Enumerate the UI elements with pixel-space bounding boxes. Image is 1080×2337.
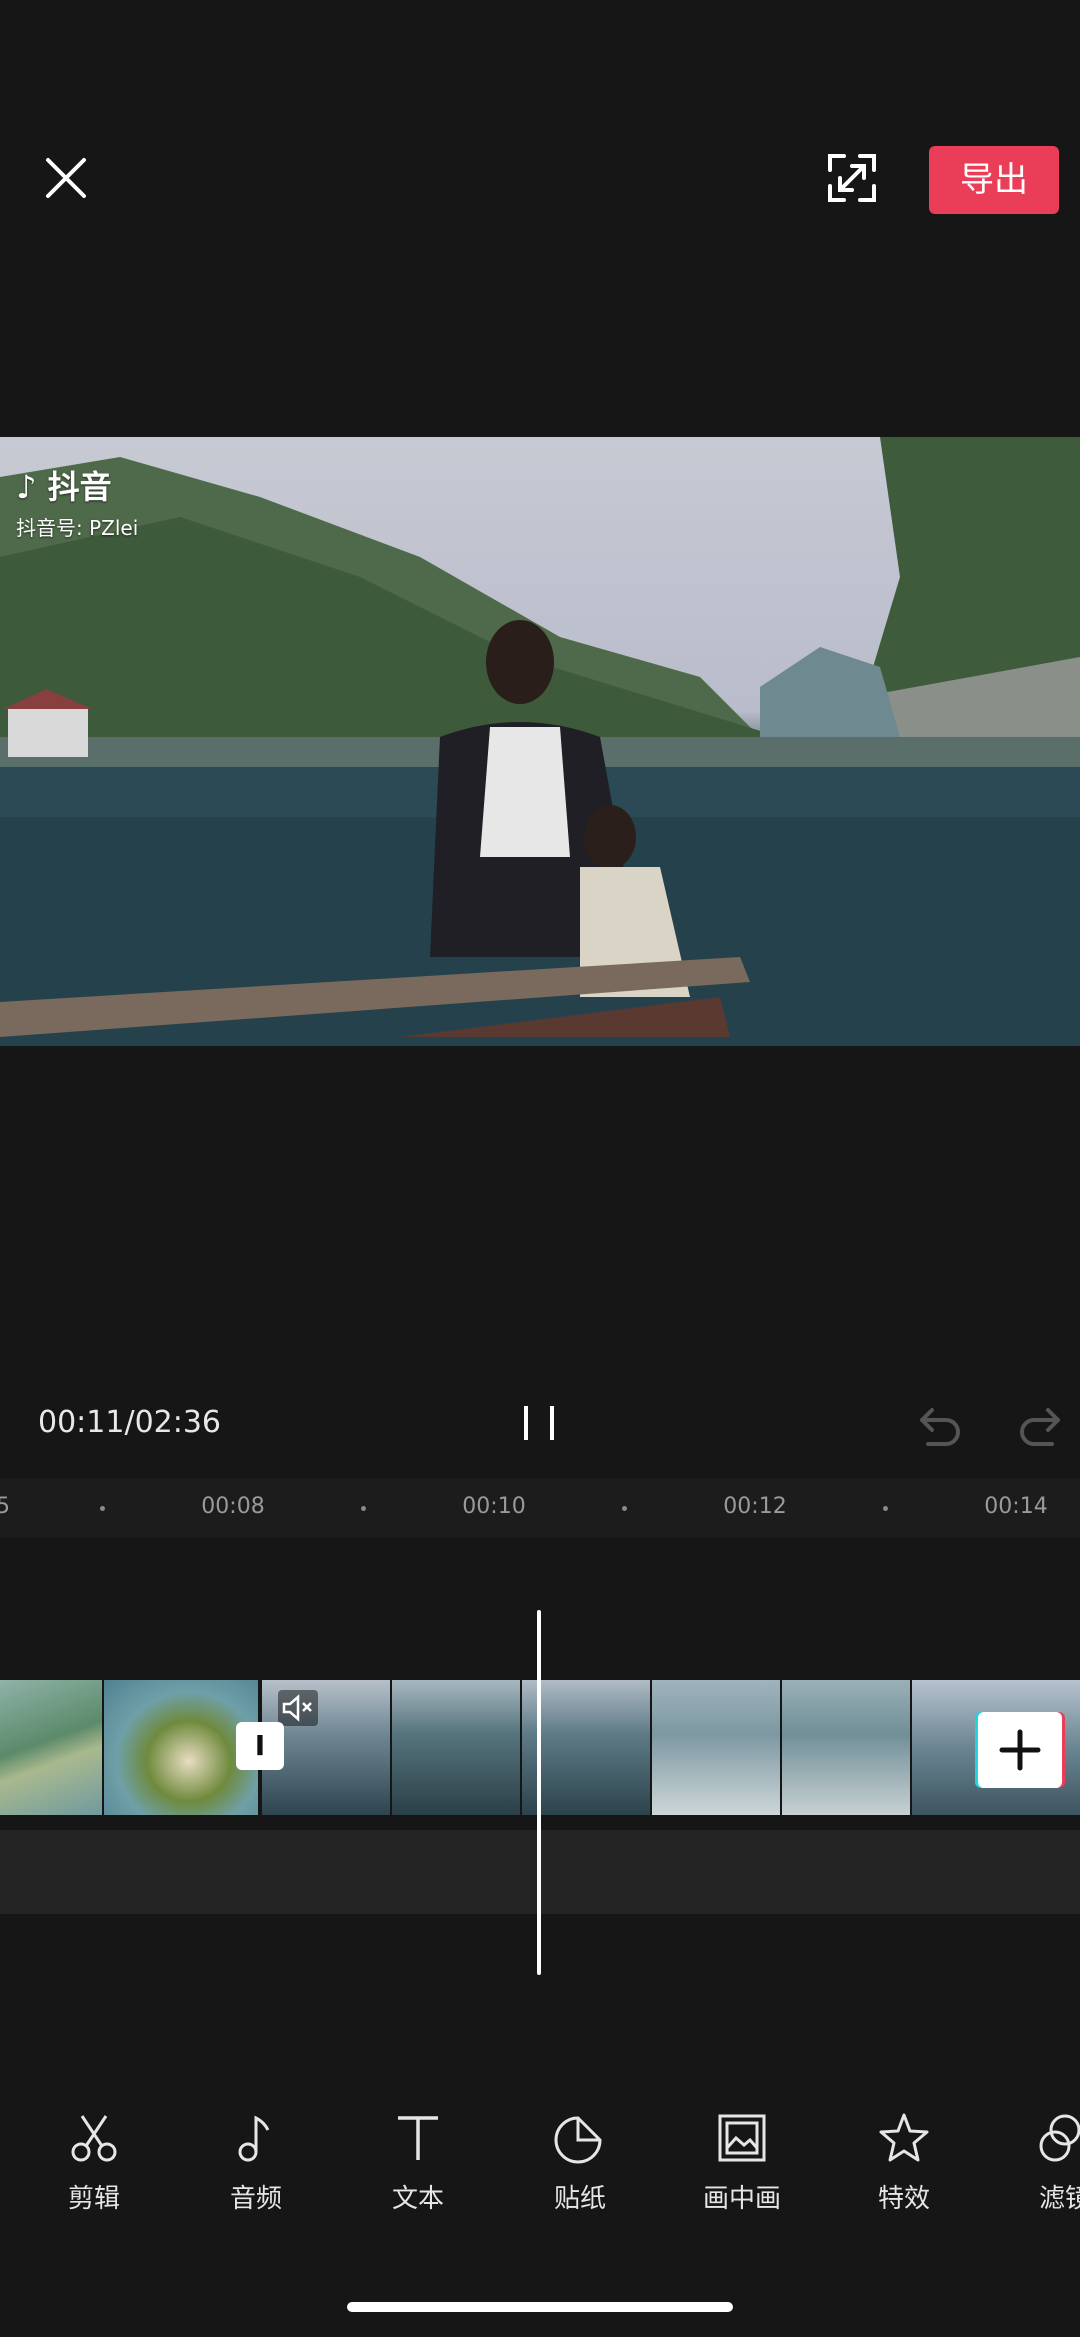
tool-effects[interactable]: 特效 (849, 2110, 959, 2215)
ruler-dot (622, 1506, 627, 1511)
tool-text[interactable]: 文本 (363, 2110, 473, 2215)
clip-thumbnail (522, 1680, 650, 1815)
star-effect-icon (879, 2113, 929, 2162)
add-clip-button[interactable] (978, 1712, 1062, 1788)
tool-label: 特效 (877, 2184, 930, 2214)
watermark-user-id: 抖音号: PZlei (16, 516, 139, 540)
scissors-icon (71, 2115, 117, 2162)
tool-label: 音频 (229, 2184, 282, 2214)
tool-filter[interactable]: 滤镜 (1011, 2110, 1080, 2215)
close-icon[interactable] (38, 150, 94, 206)
ruler-label: 00:14 (984, 1494, 1048, 1519)
video-preview[interactable] (0, 437, 1080, 1046)
clip-thumbnail (782, 1680, 910, 1815)
tool-label: 文本 (391, 2184, 444, 2214)
undo-icon[interactable] (914, 1400, 964, 1448)
ruler-dot (361, 1506, 366, 1511)
timeline-ruler[interactable] (0, 1478, 1080, 1538)
pause-icon[interactable] (520, 1400, 560, 1446)
picture-in-picture-icon (718, 2114, 766, 2162)
tool-label: 剪辑 (67, 2184, 120, 2214)
timecode-display: 00:11/02:36 (38, 1405, 222, 1440)
playhead[interactable] (537, 1610, 541, 1975)
tool-label: 贴纸 (553, 2184, 606, 2214)
music-note-icon (238, 2115, 270, 2162)
sticker-icon (554, 2116, 602, 2164)
home-indicator (347, 2302, 733, 2312)
ruler-dot (883, 1506, 888, 1511)
filter-icon (1039, 2114, 1080, 2162)
tool-audio[interactable]: 音频 (201, 2110, 311, 2215)
ruler-label: 00:08 (201, 1494, 265, 1519)
mute-icon[interactable] (278, 1690, 318, 1726)
text-icon (398, 2116, 438, 2160)
fullscreen-icon[interactable] (822, 148, 882, 208)
watermark-app-name: ♪ 抖音 (16, 468, 112, 506)
ruler-dot (100, 1506, 105, 1511)
clip-thumbnail (392, 1680, 520, 1815)
export-button[interactable]: 导出 (929, 146, 1059, 214)
clip-thumbnail (652, 1680, 780, 1815)
clip-thumbnail (104, 1680, 258, 1815)
tool-label: 画中画 (702, 2184, 781, 2214)
ruler-label: 00:12 (723, 1494, 787, 1519)
tool-picture-in-picture[interactable]: 画中画 (687, 2110, 797, 2215)
tool-sticker[interactable]: 贴纸 (525, 2110, 635, 2215)
ruler-label: 00:10 (462, 1494, 526, 1519)
tool-label: 滤镜 (1039, 2184, 1080, 2214)
video-frame-image (0, 437, 1080, 1046)
transition-button[interactable]: I (236, 1722, 284, 1770)
video-clip-boat[interactable] (262, 1680, 1080, 1815)
ruler-partial-label: 5 (0, 1494, 10, 1519)
video-clip-aerial[interactable] (0, 1680, 258, 1815)
clip-thumbnail (0, 1680, 102, 1815)
tool-cut[interactable]: 剪辑 (39, 2110, 149, 2215)
redo-icon[interactable] (1016, 1400, 1066, 1448)
plus-icon (999, 1729, 1041, 1771)
